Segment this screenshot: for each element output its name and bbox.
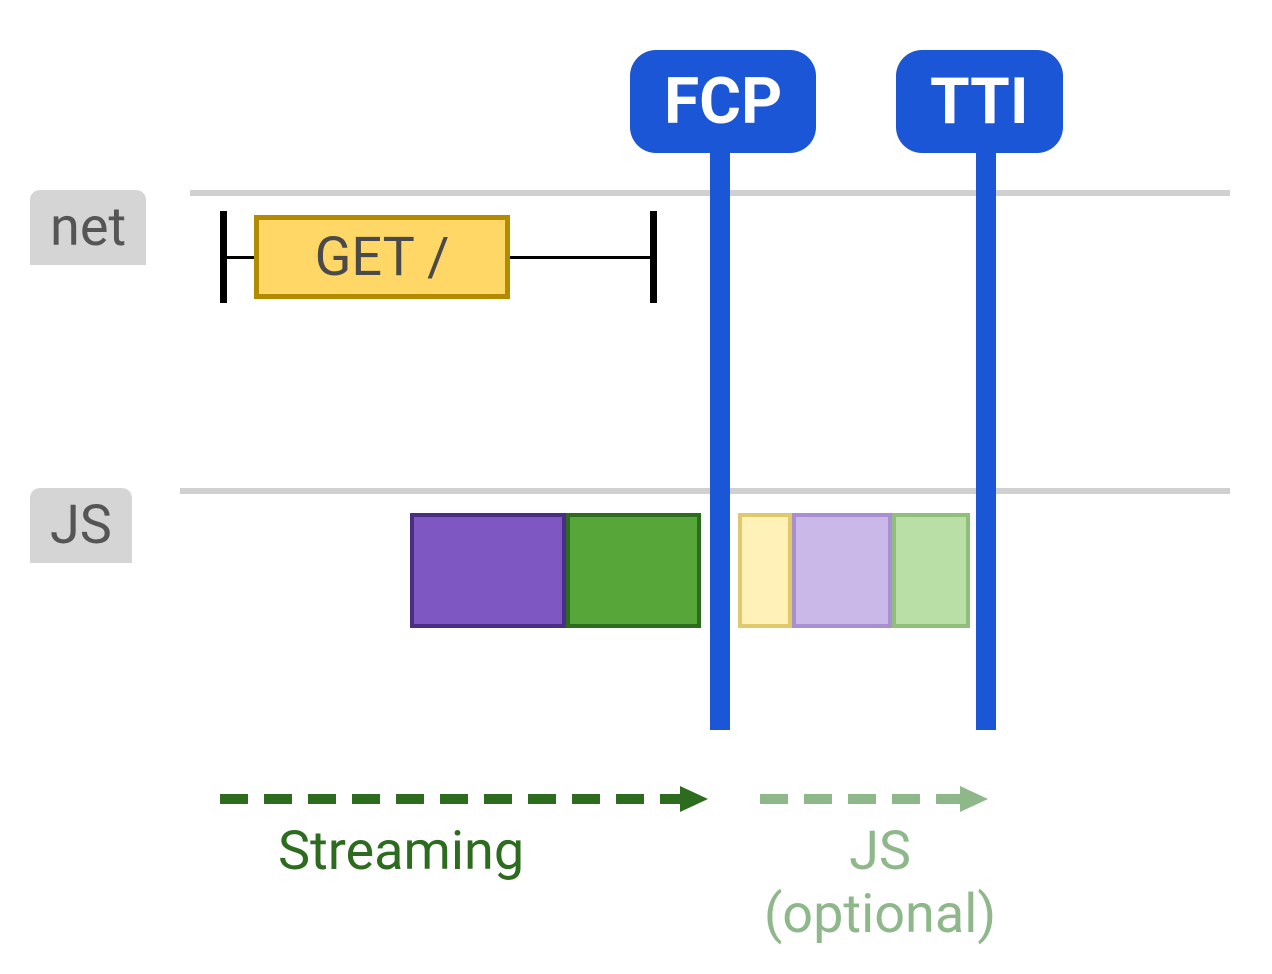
fcp-marker-badge: FCP <box>630 50 816 153</box>
js-lane-label: JS <box>30 488 132 563</box>
tti-label: TTI <box>930 64 1029 139</box>
net-request-label: GET / <box>315 226 450 289</box>
tti-marker-badge: TTI <box>896 50 1063 153</box>
js-optional-label-line2: (optional) <box>760 883 1000 946</box>
streaming-label: Streaming <box>278 820 524 883</box>
js-optional-label-line1: JS <box>760 820 1000 883</box>
js-block-yellow-light <box>738 513 792 628</box>
js-block-purple-light <box>792 513 892 628</box>
net-request-box: GET / <box>254 215 510 299</box>
js-block-purple <box>410 513 566 628</box>
net-lane-label: net <box>30 190 146 265</box>
streaming-arrow <box>220 782 710 816</box>
fcp-marker-line <box>710 150 730 730</box>
js-optional-arrow <box>760 782 990 816</box>
net-tick-end <box>650 211 657 303</box>
js-optional-label: JS (optional) <box>760 820 1000 946</box>
js-block-green-light <box>892 513 970 628</box>
rendering-timeline-diagram: net GET / JS FCP TTI Streaming JS (optio… <box>20 20 1252 954</box>
tti-marker-line <box>976 150 996 730</box>
js-lane-line <box>180 488 1230 494</box>
fcp-label: FCP <box>664 64 782 139</box>
js-block-green <box>566 513 701 628</box>
